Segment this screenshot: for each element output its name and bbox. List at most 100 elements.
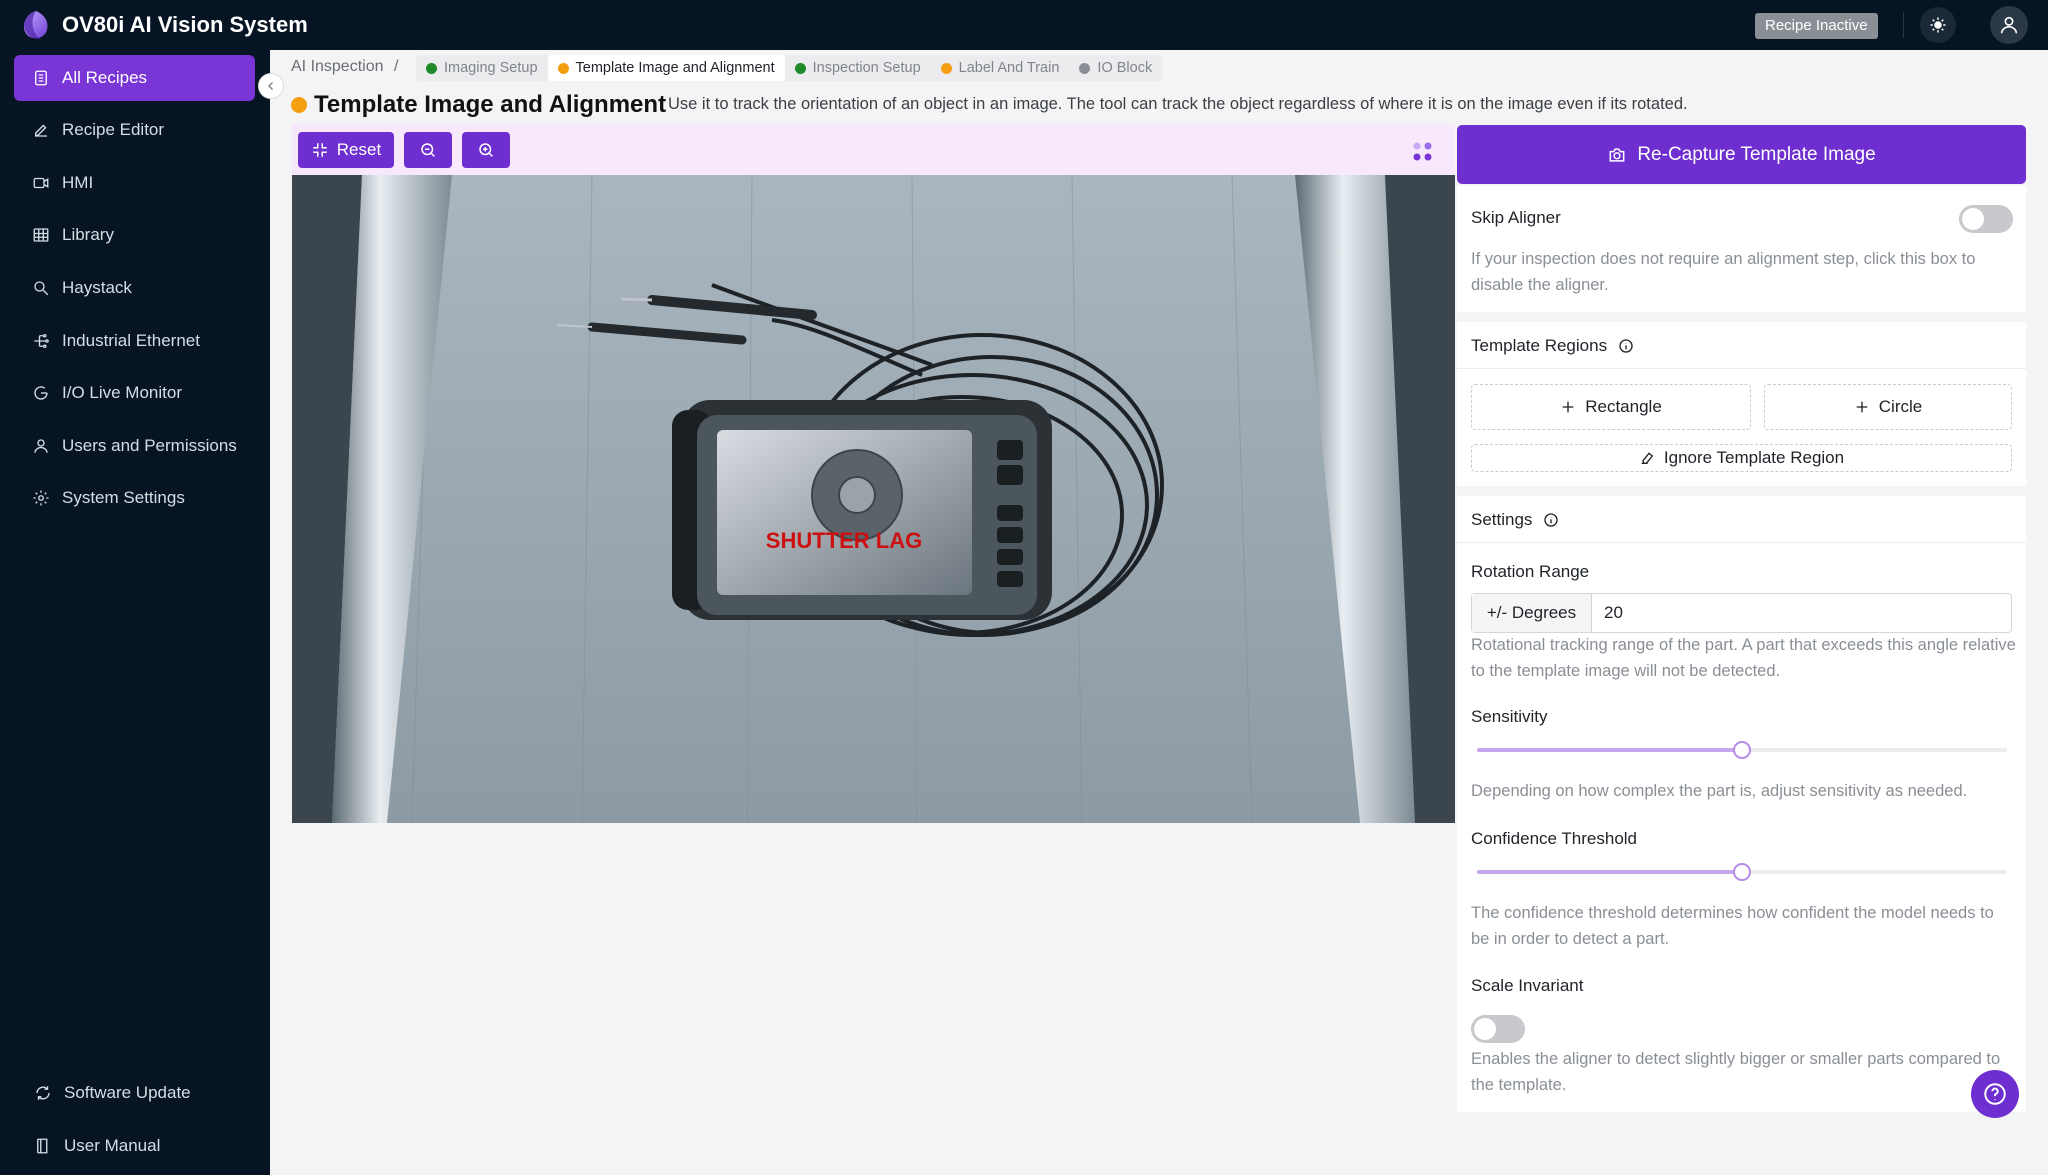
help-button[interactable] xyxy=(1971,1070,2019,1118)
rotation-range-label: Rotation Range xyxy=(1471,562,1590,581)
user-icon xyxy=(34,439,48,453)
sidebar-item-label: HMI xyxy=(62,173,94,192)
image-toolbar: Reset xyxy=(292,124,1455,175)
rectangle-label: Rectangle xyxy=(1585,397,1662,416)
template-regions-heading: Template Regions xyxy=(1471,336,1634,356)
user-icon xyxy=(2000,16,2018,34)
sidebar-item-recipe-editor[interactable]: Recipe Editor xyxy=(14,107,255,153)
ignore-template-region-button[interactable]: Ignore Template Region xyxy=(1471,444,2012,472)
table-icon xyxy=(33,228,49,242)
toggle-knob xyxy=(1474,1018,1496,1040)
recapture-template-button[interactable]: Re-Capture Template Image xyxy=(1457,125,2026,184)
tab-inspection-setup[interactable]: Inspection Setup xyxy=(785,55,931,81)
rotation-range-input[interactable]: 20 xyxy=(1592,594,2011,632)
tab-io-block[interactable]: IO Block xyxy=(1069,55,1162,81)
sidebar: All Recipes Recipe Editor HMI Library Ha… xyxy=(0,50,270,1175)
book-icon xyxy=(37,1138,48,1154)
sidebar-item-all-recipes[interactable]: All Recipes xyxy=(14,55,255,101)
tab-label: Inspection Setup xyxy=(812,60,921,76)
confidence-threshold-label: Confidence Threshold xyxy=(1471,829,1638,848)
tab-label: IO Block xyxy=(1097,60,1153,76)
breadcrumb-root[interactable]: AI Inspection xyxy=(291,58,384,75)
question-icon xyxy=(1984,1083,2006,1105)
sidebar-item-label: Library xyxy=(62,225,114,244)
sidebar-item-system-settings[interactable]: System Settings xyxy=(14,475,255,521)
chevron-left-icon xyxy=(268,82,273,90)
top-bar: OV80i AI Vision System Recipe Inactive xyxy=(0,0,2048,50)
sidebar-item-user-manual[interactable]: User Manual xyxy=(14,1123,255,1169)
sidebar-item-library[interactable]: Library xyxy=(14,212,255,258)
sidebar-collapse-button[interactable] xyxy=(258,73,284,99)
confidence-threshold-help: The confidence threshold determines how … xyxy=(1471,904,1994,948)
tab-label: Imaging Setup xyxy=(444,60,538,76)
sidebar-item-label: Haystack xyxy=(62,278,132,297)
sidebar-item-label: Recipe Editor xyxy=(62,120,165,139)
zoom-in-button[interactable] xyxy=(462,132,510,168)
page-status-dot xyxy=(291,97,307,113)
info-icon[interactable] xyxy=(1543,512,1559,528)
tab-template-image-and-alignment[interactable]: Template Image and Alignment xyxy=(547,55,785,81)
sidebar-item-label: All Recipes xyxy=(62,68,148,87)
confidence-threshold-slider[interactable] xyxy=(1477,863,2007,881)
info-icon[interactable] xyxy=(1618,338,1634,354)
settings-card: Settings Rotation Range +/- Degrees 20 R… xyxy=(1457,496,2026,1112)
template-image-canvas[interactable]: SHUTTER LAG xyxy=(292,175,1455,823)
plus-icon xyxy=(1562,401,1574,413)
slider-fill xyxy=(1477,870,1742,874)
sidebar-item-label: System Settings xyxy=(62,488,185,507)
slider-thumb[interactable] xyxy=(1733,741,1751,759)
zoom-out-button[interactable] xyxy=(404,132,452,168)
sensitivity-slider[interactable] xyxy=(1477,741,2007,759)
tab-label: Template Image and Alignment xyxy=(575,60,775,76)
app-title: OV80i AI Vision System xyxy=(62,12,308,37)
skip-aligner-help: If your inspection does not require an a… xyxy=(1471,250,1976,294)
breadcrumb: AI Inspection / xyxy=(291,58,398,76)
sidebar-item-users-and-permissions[interactable]: Users and Permissions xyxy=(14,423,255,469)
app-logo xyxy=(23,11,48,40)
slider-fill xyxy=(1477,748,1742,752)
slider-thumb[interactable] xyxy=(1733,863,1751,881)
add-circle-button[interactable]: Circle xyxy=(1764,384,2012,430)
sidebar-item-label: User Manual xyxy=(64,1136,161,1155)
sidebar-item-io-live-monitor[interactable]: I/O Live Monitor xyxy=(14,370,255,416)
sidebar-item-industrial-ethernet[interactable]: Industrial Ethernet xyxy=(14,318,255,364)
network-icon xyxy=(34,333,49,349)
sidebar-item-haystack[interactable]: Haystack xyxy=(14,265,255,311)
sun-icon xyxy=(1930,17,1946,33)
template-regions-label: Template Regions xyxy=(1471,336,1608,355)
rotation-addon: +/- Degrees xyxy=(1472,594,1592,632)
recapture-label: Re-Capture Template Image xyxy=(1637,143,1876,165)
theme-toggle-button[interactable] xyxy=(1920,7,1956,43)
gear-icon xyxy=(33,490,49,506)
skip-aligner-toggle[interactable] xyxy=(1959,205,2013,233)
template-image: SHUTTER LAG xyxy=(292,175,1455,823)
search-icon xyxy=(34,281,49,296)
status-dot xyxy=(1079,62,1091,74)
pen-icon xyxy=(35,124,47,137)
document-icon xyxy=(35,70,47,86)
reset-button[interactable]: Reset xyxy=(298,132,394,168)
plus-icon xyxy=(1856,401,1868,413)
rotation-range-help: Rotational tracking range of the part. A… xyxy=(1471,636,2016,680)
sidebar-item-hmi[interactable]: HMI xyxy=(14,160,255,206)
add-rectangle-button[interactable]: Rectangle xyxy=(1471,384,1751,430)
refresh-icon xyxy=(36,1086,50,1100)
status-dot xyxy=(557,62,569,74)
zoom-out-icon xyxy=(421,143,435,157)
eraser-icon xyxy=(1641,452,1654,464)
collapse-icon xyxy=(313,143,327,157)
user-menu-button[interactable] xyxy=(1990,6,2028,44)
status-dot xyxy=(940,62,952,74)
tab-imaging-setup[interactable]: Imaging Setup xyxy=(416,55,548,81)
topbar-divider xyxy=(1903,12,1904,38)
skip-aligner-card: Skip Aligner If your inspection does not… xyxy=(1457,186,2026,312)
page-title: Template Image and Alignment xyxy=(314,91,667,118)
drag-handle-icon[interactable] xyxy=(1410,140,1434,164)
sidebar-item-software-update[interactable]: Software Update xyxy=(14,1070,255,1116)
scale-invariant-toggle[interactable] xyxy=(1471,1015,1525,1043)
skip-aligner-label: Skip Aligner xyxy=(1471,208,1561,227)
settings-label: Settings xyxy=(1471,510,1533,529)
camera-icon xyxy=(1609,147,1625,162)
tab-label-and-train[interactable]: Label And Train xyxy=(931,55,1070,81)
sidebar-item-label: Software Update xyxy=(64,1083,191,1102)
